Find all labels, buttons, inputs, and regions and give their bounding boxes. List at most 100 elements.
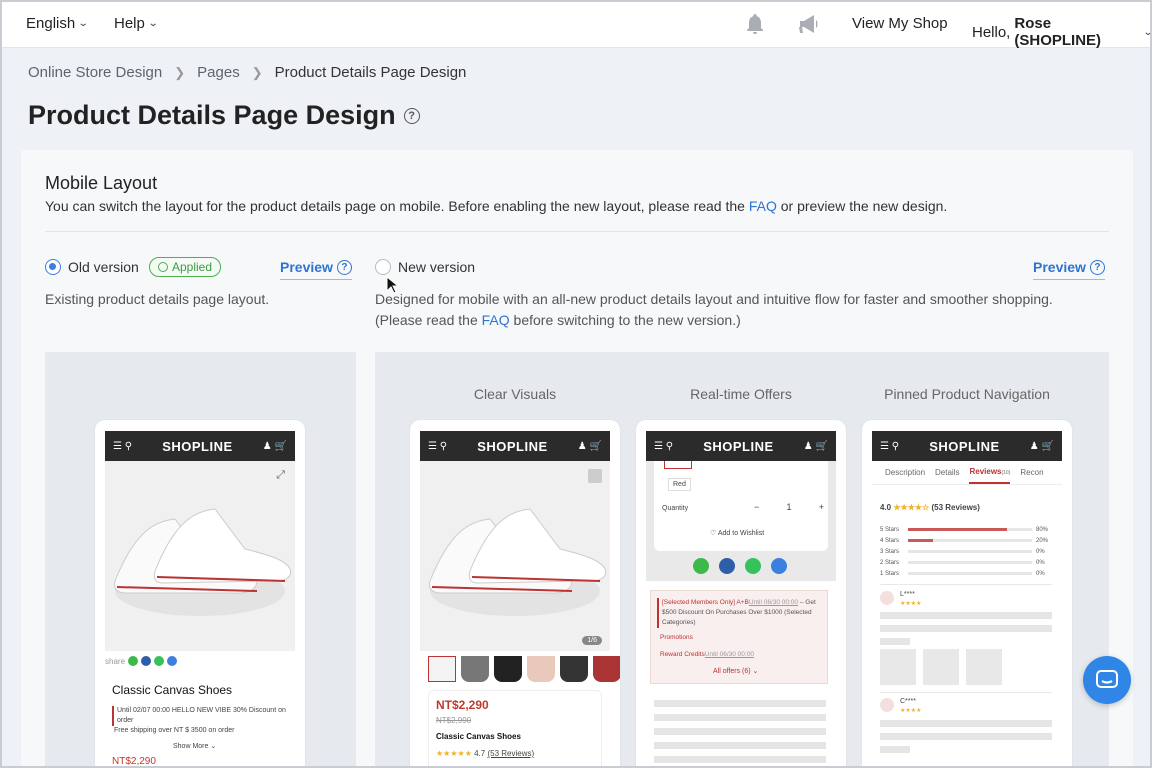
star-row-label: 5 Stars [880, 526, 900, 533]
shop-logo: SHOPLINE [162, 438, 233, 454]
phone-real-time-offers: ☰ ⚲ SHOPLINE ♟ 🛒 Red Quantity − 1 + ♡ Add to… [636, 420, 846, 768]
tab-recommendations: Recon [1020, 468, 1044, 477]
megaphone-icon[interactable] [797, 12, 823, 36]
help-icon: ? [1089, 259, 1105, 275]
link-icon [771, 558, 787, 574]
new-preview-link[interactable]: Preview? [1033, 259, 1105, 280]
applied-badge-label: Applied [172, 260, 213, 274]
offer-date: Until 06/30 00:00 [748, 599, 799, 606]
old-version-radio[interactable] [45, 259, 61, 275]
reviews-link: (53 Reviews) [487, 749, 535, 758]
cart-icon: ♟ 🛒 [803, 440, 828, 452]
breadcrumb-current: Product Details Page Design [274, 64, 467, 81]
product-image: ⤢ [105, 461, 295, 651]
shop-logo: SHOPLINE [477, 438, 548, 454]
variant-box: Red Quantity − 1 + ♡ Add to Wishlist [654, 461, 828, 551]
star-row-percent: 0% [1036, 559, 1045, 566]
faq-link[interactable]: FAQ [482, 312, 510, 328]
show-more-link: Show More ⌄ [173, 743, 217, 750]
product-image: 1/6 [420, 461, 610, 651]
stars-icon: ★★★★☆ [893, 503, 930, 512]
line-icon [128, 656, 139, 666]
view-my-shop-link[interactable]: View My Shop [852, 15, 948, 32]
faq-link[interactable]: FAQ [749, 198, 777, 214]
tab-reviews: Reviews(10) [969, 461, 1011, 484]
new-version-radio[interactable] [375, 259, 391, 275]
new-version-description: Designed for mobile with an all-new prod… [375, 289, 1095, 331]
star-row-label: 2 Stars [880, 559, 900, 566]
thumbnail-6 [593, 656, 620, 682]
wishlist-label: Add to Wishlist [717, 530, 765, 537]
tab-description: Description [885, 468, 926, 477]
chevron-right-icon: ❯ [174, 64, 186, 80]
shipping-text: Free shipping over NT $ 3500 on order [114, 727, 235, 734]
view-my-shop-label: View My Shop [852, 15, 948, 32]
mouse-cursor-icon [386, 276, 398, 294]
reviewer-name: C**** [900, 698, 916, 705]
rating-row: ★★★★★ 4.7 (53 Reviews) [436, 749, 534, 758]
star-row: 5 Stars 80% [880, 524, 1052, 535]
chat-launcher-button[interactable] [1083, 656, 1131, 704]
star-row-track [908, 561, 1032, 564]
greeting-text: Hello, [972, 23, 1011, 41]
offer-tag: [Selected Members Only] A+B [662, 599, 749, 606]
star-row-label: 3 Stars [880, 548, 900, 555]
all-offers-link: All offers (6) ⌄ [713, 668, 759, 675]
star-distribution: 5 Stars 80% 4 Stars 20% 3 Stars 0% 2 Stars 0% 1 … [880, 524, 1052, 579]
desc-text: (Please read the [375, 312, 482, 328]
section-description: You can switch the layout for the produc… [45, 198, 947, 214]
chat-icon [1096, 670, 1118, 688]
stars-icon: ★★★★★ [436, 749, 472, 758]
shop-logo: SHOPLINE [703, 438, 774, 454]
user-menu[interactable]: Hello, Rose (SHOPLINE) ⌄ [972, 15, 1152, 49]
page-title-row: Product Details Page Design ? [28, 100, 420, 131]
language-dropdown[interactable]: English ⌄ [26, 15, 89, 32]
star-row-track [908, 550, 1032, 553]
user-name: Rose (SHOPLINE) [1014, 15, 1102, 49]
menu-icon: ☰ ⚲ [428, 440, 448, 452]
applied-badge: Applied [149, 257, 222, 277]
share-label: share [105, 656, 126, 666]
help-icon: ? [336, 259, 352, 275]
product-tabs: Description Details Reviews(10) Recon [872, 461, 1062, 485]
star-row: 3 Stars 0% [880, 546, 1052, 557]
star-row-percent: 0% [1036, 570, 1045, 577]
old-version-label[interactable]: Old version [68, 259, 139, 275]
star-row: 1 Stars 0% [880, 568, 1052, 579]
new-version-label[interactable]: New version [398, 259, 475, 275]
color-option: Red [668, 478, 691, 491]
star-row-percent: 20% [1036, 537, 1049, 544]
thumbnail-1 [428, 656, 456, 682]
applied-dot-icon [158, 262, 168, 272]
phone-header: ☰ ⚲ SHOPLINE ♟ 🛒 [646, 431, 836, 461]
phone-header: ☰ ⚲ SHOPLINE ♟ 🛒 [872, 431, 1062, 461]
phone-header: ☰ ⚲ SHOPLINE ♟ 🛒 [420, 431, 610, 461]
new-version-desc-line1: Designed for mobile with an all-new prod… [375, 291, 1053, 307]
preview-label: Preview [1033, 259, 1086, 275]
old-phone-mockup: ☰ ⚲ SHOPLINE ♟ 🛒 ⤢ share Classic Canvas Sh… [95, 420, 305, 768]
line-icon [693, 558, 709, 574]
quantity-label: Quantity [662, 505, 689, 512]
old-preview-link[interactable]: Preview? [280, 259, 352, 280]
help-dropdown[interactable]: Help ⌄ [114, 15, 159, 32]
promo-text: Until 02/07 00:00 HELLO NEW VIBE 30% Dis… [112, 706, 287, 726]
phone-clear-visuals: ☰ ⚲ SHOPLINE ♟ 🛒 1/6 NT$2,290 NT$2,990 Cla… [410, 420, 620, 768]
avatar [880, 698, 894, 712]
menu-icon: ☰ ⚲ [113, 440, 133, 452]
link-icon [167, 656, 178, 666]
breadcrumb-online-store-design[interactable]: Online Store Design [28, 64, 162, 81]
product-name: Classic Canvas Shoes [112, 683, 233, 697]
chevron-down-icon: ⌄ [147, 18, 159, 29]
cart-icon: ♟ 🛒 [1029, 440, 1054, 452]
bell-icon[interactable] [743, 12, 767, 36]
reward-date: Until 06/30 00:00 [704, 651, 754, 658]
breadcrumb-pages[interactable]: Pages [197, 64, 240, 81]
quantity-value: 1 [786, 502, 792, 512]
chevron-down-icon: ⌄ [1142, 27, 1152, 38]
menu-icon: ☰ ⚲ [654, 440, 674, 452]
thumbnail-4 [527, 656, 555, 682]
cart-icon: ♟ 🛒 [577, 440, 602, 452]
quantity-stepper: − 1 + [754, 502, 824, 512]
help-icon[interactable]: ? [403, 107, 420, 124]
whatsapp-icon [154, 656, 165, 666]
